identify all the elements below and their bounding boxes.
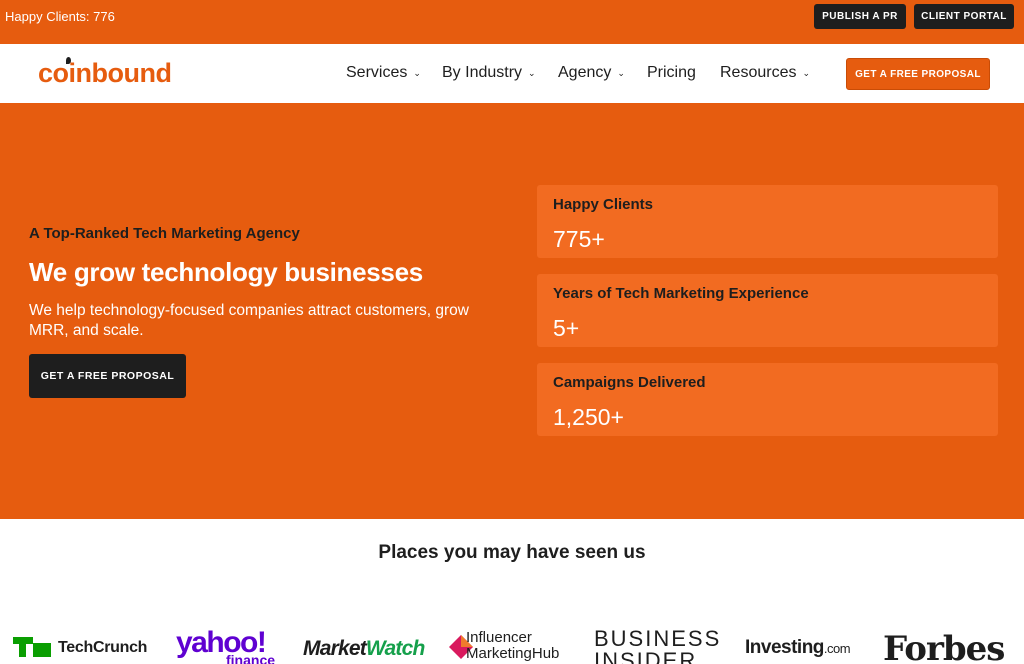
coinbound-logo[interactable]: coinbound xyxy=(38,58,172,89)
leaf-icon xyxy=(66,57,71,64)
seen-us-title: Places you may have seen us xyxy=(378,542,646,563)
techcrunch-logo: TechCrunch xyxy=(58,639,148,656)
top-bar: Happy Clients: 776 PUBLISH A PR CLIENT P… xyxy=(0,0,1024,44)
stat-card: Campaigns Delivered 1,250+ xyxy=(537,363,998,436)
chevron-down-icon: ⌄ xyxy=(413,67,421,78)
nav-item-by-industry[interactable]: By Industry ⌄ xyxy=(442,64,536,82)
press-logos: TechCrunch yahoo! finance MarketWatch In… xyxy=(0,620,1024,664)
nav-item-services[interactable]: Services ⌄ xyxy=(346,64,421,82)
hero-get-proposal-button[interactable]: GET A FREE PROPOSAL xyxy=(29,354,186,398)
nav-item-label: Pricing xyxy=(647,64,696,81)
yahoo-finance-subtext: finance xyxy=(226,652,276,664)
main-nav: coinbound Services ⌄ By Industry ⌄ Agenc… xyxy=(0,44,1024,103)
publish-pr-button[interactable]: PUBLISH A PR xyxy=(814,4,906,29)
nav-item-agency[interactable]: Agency ⌄ xyxy=(558,64,625,82)
investing-name: Investing xyxy=(745,637,824,658)
hero-subtext: We help technology-focused companies att… xyxy=(29,302,469,339)
happy-clients-counter: Happy Clients: 776 xyxy=(5,9,115,24)
nav-item-label: By Industry xyxy=(442,64,523,81)
stat-label: Campaigns Delivered xyxy=(553,374,706,391)
nav-item-pricing[interactable]: Pricing xyxy=(647,64,696,82)
techcrunch-logo-mark xyxy=(13,637,51,657)
business-insider-logo-line2: INSIDER xyxy=(594,648,698,664)
chevron-down-icon: ⌄ xyxy=(802,67,811,78)
stat-value: 1,250+ xyxy=(553,404,624,430)
hero-section: A Top-Ranked Tech Marketing Agency We gr… xyxy=(0,103,1024,519)
marketwatch-logo: MarketWatch xyxy=(303,637,425,661)
chevron-down-icon: ⌄ xyxy=(528,67,536,78)
chevron-down-icon: ⌄ xyxy=(617,67,625,78)
nav-item-label: Agency xyxy=(558,64,612,81)
nav-item-label: Services xyxy=(346,64,408,81)
get-free-proposal-button[interactable]: GET A FREE PROPOSAL xyxy=(846,58,990,90)
stat-value: 775+ xyxy=(553,226,605,252)
hero-eyebrow: A Top-Ranked Tech Marketing Agency xyxy=(29,225,300,242)
stat-card: Years of Tech Marketing Experience 5+ xyxy=(537,274,998,347)
investing-suffix: .com xyxy=(823,641,851,656)
investing-logo: Investing.com xyxy=(745,637,851,659)
stat-card: Happy Clients 775+ xyxy=(537,185,998,258)
forbes-logo: Forbes xyxy=(883,629,1005,664)
influencer-marketing-hub-logo-line2: MarketingHub xyxy=(466,645,560,662)
stat-label: Years of Tech Marketing Experience xyxy=(553,285,809,302)
nav-item-resources[interactable]: Resources ⌄ xyxy=(720,64,810,82)
client-portal-button[interactable]: CLIENT PORTAL xyxy=(914,4,1014,29)
marketwatch-part: Watch xyxy=(365,637,425,660)
marketwatch-part: Market xyxy=(303,637,367,660)
influencer-marketing-hub-logo: Influencer xyxy=(466,629,532,646)
nav-item-label: Resources xyxy=(720,64,797,81)
stat-label: Happy Clients xyxy=(553,196,654,213)
hero-headline: We grow technology businesses xyxy=(29,257,423,287)
stat-value: 5+ xyxy=(553,315,580,341)
